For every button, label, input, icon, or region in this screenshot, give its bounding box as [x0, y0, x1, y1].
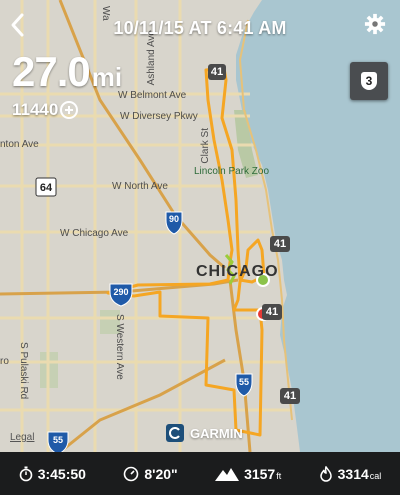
- duration-stat: 3:45:50: [19, 466, 86, 482]
- elevation-gain-display: 11440: [12, 100, 79, 120]
- garmin-connect-icon: [166, 424, 184, 442]
- street-label-chicago: W Chicago Ave: [60, 228, 129, 239]
- us41-top-shield-label: 41: [210, 66, 224, 78]
- elevation-unit: ft: [276, 470, 282, 481]
- street-label-partial-ro: ro: [0, 356, 9, 367]
- mountain-icon: [215, 467, 240, 481]
- calories-stat: 3314cal: [319, 465, 382, 482]
- distance-value: 27.0: [12, 48, 91, 95]
- i290-shield-label: 290: [113, 287, 129, 297]
- gear-icon[interactable]: [364, 13, 386, 35]
- city-label-chicago: CHICAGO: [196, 263, 279, 280]
- activity-datetime: 10/11/15 AT 6:41 AM: [113, 18, 287, 38]
- street-label-belmont: W Belmont Ave: [118, 90, 187, 101]
- il64-shield-label: 64: [39, 182, 53, 194]
- i55-center-shield-label: 55: [238, 377, 249, 387]
- pace-value: 8'20": [144, 465, 178, 482]
- distance-display: 27.0mi: [12, 48, 122, 96]
- stats-bar: 3:45:50 8'20" 3157ft 3314cal: [0, 452, 400, 495]
- distance-unit: mi: [91, 62, 123, 92]
- speedometer-icon: [124, 466, 139, 481]
- street-label-north: W North Ave: [112, 181, 168, 192]
- us41-lower-shield-label: 41: [265, 306, 279, 318]
- plus-circle-icon[interactable]: [60, 101, 79, 119]
- street-label-western: S Western Ave: [114, 314, 125, 380]
- street-label-clark: Clark St: [200, 128, 211, 164]
- level-badge-button[interactable]: 3: [350, 62, 388, 100]
- elevation-value: 3157: [244, 465, 276, 482]
- garmin-brand-label: GARMIN: [190, 425, 243, 441]
- street-label-partial-west: nton Ave: [0, 139, 39, 150]
- park-label-lincoln-park-zoo: Lincoln Park Zoo: [194, 166, 270, 177]
- level-badge-icon: 3: [361, 72, 377, 90]
- i90-shield-label: 90: [168, 214, 179, 224]
- calories-unit: cal: [369, 470, 382, 481]
- garmin-attribution: GARMIN: [166, 424, 243, 442]
- calories-value: 3314: [337, 465, 369, 482]
- street-label-diversey: W Diversey Pkwy: [120, 111, 198, 122]
- stopwatch-icon: [19, 466, 32, 481]
- elevation-gain-value: 11440: [12, 100, 59, 119]
- legal-link[interactable]: Legal: [10, 432, 34, 443]
- flame-icon: [319, 465, 332, 482]
- pace-stat: 8'20": [123, 465, 178, 482]
- duration-value: 3:45:50: [37, 465, 86, 482]
- elevation-stat: 3157ft: [215, 466, 281, 482]
- i55-bottom-shield-label: 55: [52, 435, 63, 445]
- us41-mid-shield-label: 41: [273, 238, 287, 250]
- street-label-pulaski: S Pulaski Rd: [18, 342, 29, 400]
- us41-bottom-shield-label: 41: [283, 390, 297, 402]
